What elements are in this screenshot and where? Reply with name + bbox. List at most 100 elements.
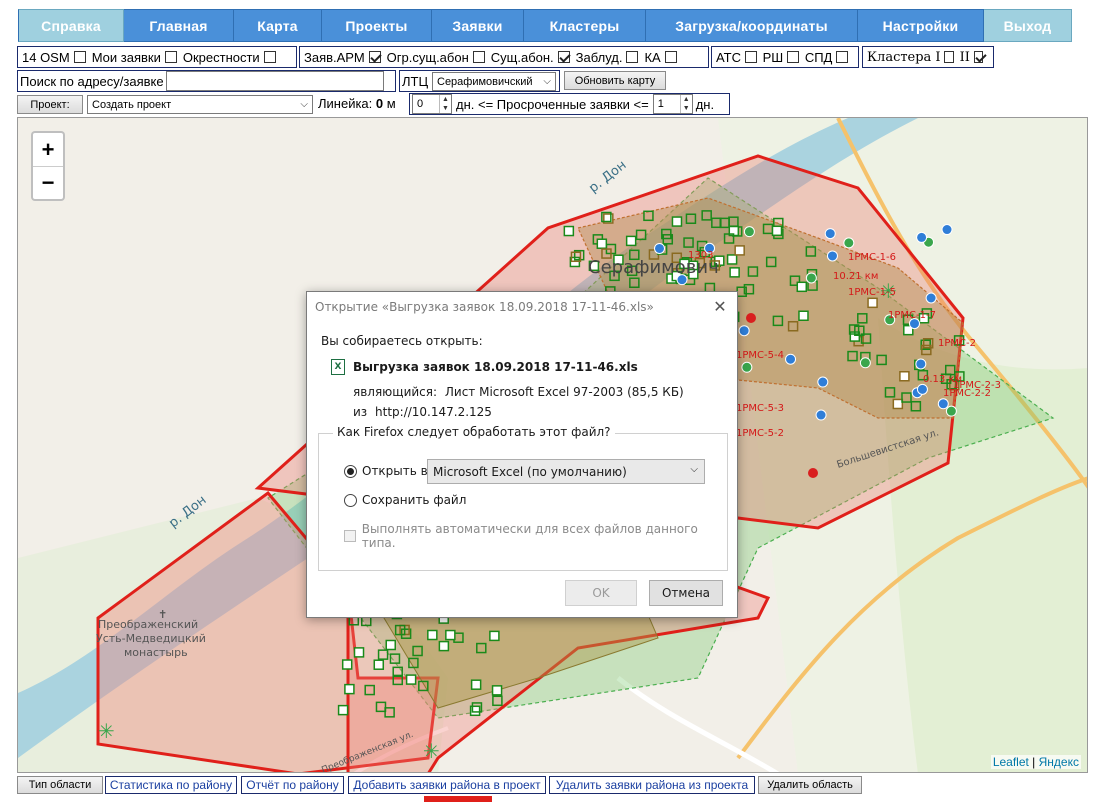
request-marker[interactable] <box>337 704 349 716</box>
station-icon[interactable]: ✳ <box>98 721 115 743</box>
project-button[interactable]: Проект: <box>17 95 83 114</box>
nav-help[interactable]: Справка <box>18 9 124 42</box>
subscriber-marker[interactable] <box>741 361 753 373</box>
request-marker[interactable] <box>385 639 396 651</box>
subscriber-marker[interactable] <box>937 398 949 410</box>
request-marker[interactable] <box>867 297 878 309</box>
ats-checkbox[interactable] <box>744 51 757 63</box>
project-select[interactable]: Создать проект ⌵ <box>87 95 313 114</box>
request-marker[interactable] <box>489 630 500 642</box>
district-report-button[interactable]: Отчёт по району <box>241 776 344 794</box>
save-file-option[interactable]: Сохранить файл <box>344 493 466 507</box>
days-from-spinner[interactable]: 0 ▲ ▼ <box>412 94 452 114</box>
open-with-option[interactable]: Открыть в <box>344 464 428 478</box>
spinner-arrows-icon[interactable]: ▲ ▼ <box>439 95 451 113</box>
request-marker[interactable] <box>771 225 783 237</box>
existing-subscriber-checkbox[interactable] <box>557 51 570 63</box>
remove-requests-button[interactable]: Удалить заявки района из проекта <box>549 776 755 794</box>
request-marker[interactable] <box>491 685 503 696</box>
subscriber-marker[interactable] <box>843 237 855 249</box>
subscriber-marker[interactable] <box>817 376 829 388</box>
request-marker[interactable] <box>625 235 637 247</box>
request-marker[interactable] <box>671 216 683 227</box>
subscriber-marker[interactable] <box>915 358 927 370</box>
nav-map[interactable]: Карта <box>234 9 322 42</box>
request-marker[interactable] <box>798 310 809 321</box>
subscriber-marker[interactable] <box>815 409 827 421</box>
my-requests-checkbox[interactable] <box>164 51 177 63</box>
osm-label: 14 OSM <box>22 49 70 65</box>
nav-requests[interactable]: Заявки <box>432 9 524 42</box>
station-icon[interactable]: ✳ <box>423 741 440 763</box>
cluster-i-checkbox[interactable] <box>944 51 954 63</box>
request-marker[interactable] <box>796 281 808 293</box>
request-marker[interactable] <box>729 267 740 278</box>
nav-upload-coordinates[interactable]: Загрузка/координаты <box>646 9 858 42</box>
request-marker[interactable] <box>341 659 353 670</box>
nav-logout[interactable]: Выход <box>984 9 1072 42</box>
cluster-ii-checkbox[interactable] <box>973 51 983 63</box>
request-marker[interactable] <box>892 398 904 410</box>
request-marker[interactable] <box>470 679 482 690</box>
subscriber-marker[interactable] <box>941 224 953 236</box>
lost-checkbox[interactable] <box>626 51 639 63</box>
subscriber-marker[interactable] <box>925 292 937 304</box>
request-marker[interactable] <box>344 683 355 695</box>
rms-label: 0.13 км <box>923 374 962 385</box>
request-marker[interactable] <box>353 647 365 658</box>
spinner-arrows-icon[interactable]: ▲ ▼ <box>679 95 692 113</box>
vicinity-checkbox[interactable] <box>263 51 276 63</box>
close-icon[interactable]: ✕ <box>711 298 729 316</box>
zoom-in-button[interactable]: + <box>33 133 63 166</box>
limited-subscriber-checkbox[interactable] <box>472 51 485 63</box>
open-with-app-select[interactable]: Microsoft Excel (по умолчанию) ⌵ <box>427 459 705 484</box>
zoom-out-button[interactable]: − <box>33 166 63 199</box>
area-type-button[interactable]: Тип области <box>17 776 103 794</box>
osm-checkbox[interactable] <box>73 51 86 63</box>
request-marker[interactable] <box>427 629 438 641</box>
request-marker[interactable] <box>373 659 385 670</box>
refresh-map-button[interactable]: Обновить карту <box>564 71 666 90</box>
subscriber-marker[interactable] <box>916 383 928 395</box>
cancel-button[interactable]: Отмена <box>649 580 723 606</box>
district-stats-button[interactable]: Статистика по району <box>105 776 237 794</box>
subscriber-marker[interactable] <box>738 325 750 337</box>
nav-settings[interactable]: Настройки <box>858 9 984 42</box>
ok-button[interactable]: OK <box>565 580 637 606</box>
nav-clusters[interactable]: Кластеры <box>524 9 646 42</box>
request-marker[interactable] <box>563 225 575 237</box>
alert-marker[interactable] <box>746 313 756 323</box>
nav-home[interactable]: Главная <box>124 9 234 42</box>
ka-checkbox[interactable] <box>664 51 677 63</box>
nav-projects[interactable]: Проекты <box>322 9 432 42</box>
subscriber-marker[interactable] <box>805 272 817 284</box>
subscriber-marker[interactable] <box>859 357 871 369</box>
request-marker[interactable] <box>596 238 608 249</box>
yandex-link[interactable]: Яндекс <box>1039 755 1079 769</box>
request-marker[interactable] <box>405 674 417 685</box>
search-input[interactable] <box>165 71 384 91</box>
subscriber-marker[interactable] <box>945 405 957 417</box>
remove-area-button[interactable]: Удалить область <box>758 776 862 794</box>
rsh-checkbox[interactable] <box>787 51 799 63</box>
request-marker[interactable] <box>726 254 738 265</box>
subscriber-marker[interactable] <box>653 242 665 254</box>
subscriber-marker[interactable] <box>743 226 755 238</box>
subscriber-marker[interactable] <box>916 231 928 243</box>
leaflet-link[interactable]: Leaflet <box>993 755 1029 769</box>
ltc-select[interactable]: Серафимовичский ⌵ <box>432 72 556 91</box>
days-to-spinner[interactable]: 1 ▲ ▼ <box>652 94 693 114</box>
arm-requests-checkbox[interactable] <box>368 51 381 63</box>
alert-marker[interactable] <box>808 468 818 478</box>
subscriber-marker[interactable] <box>785 353 797 365</box>
subscriber-marker[interactable] <box>826 250 838 262</box>
add-requests-button[interactable]: Добавить заявки района в проект <box>348 776 546 794</box>
save-file-radio[interactable] <box>344 493 357 507</box>
request-marker[interactable] <box>734 245 745 256</box>
request-marker[interactable] <box>445 629 456 641</box>
spd-checkbox[interactable] <box>836 51 848 63</box>
open-with-radio[interactable] <box>344 464 357 478</box>
subscriber-marker[interactable] <box>824 228 836 240</box>
request-marker[interactable] <box>899 371 910 382</box>
request-marker[interactable] <box>438 640 450 652</box>
